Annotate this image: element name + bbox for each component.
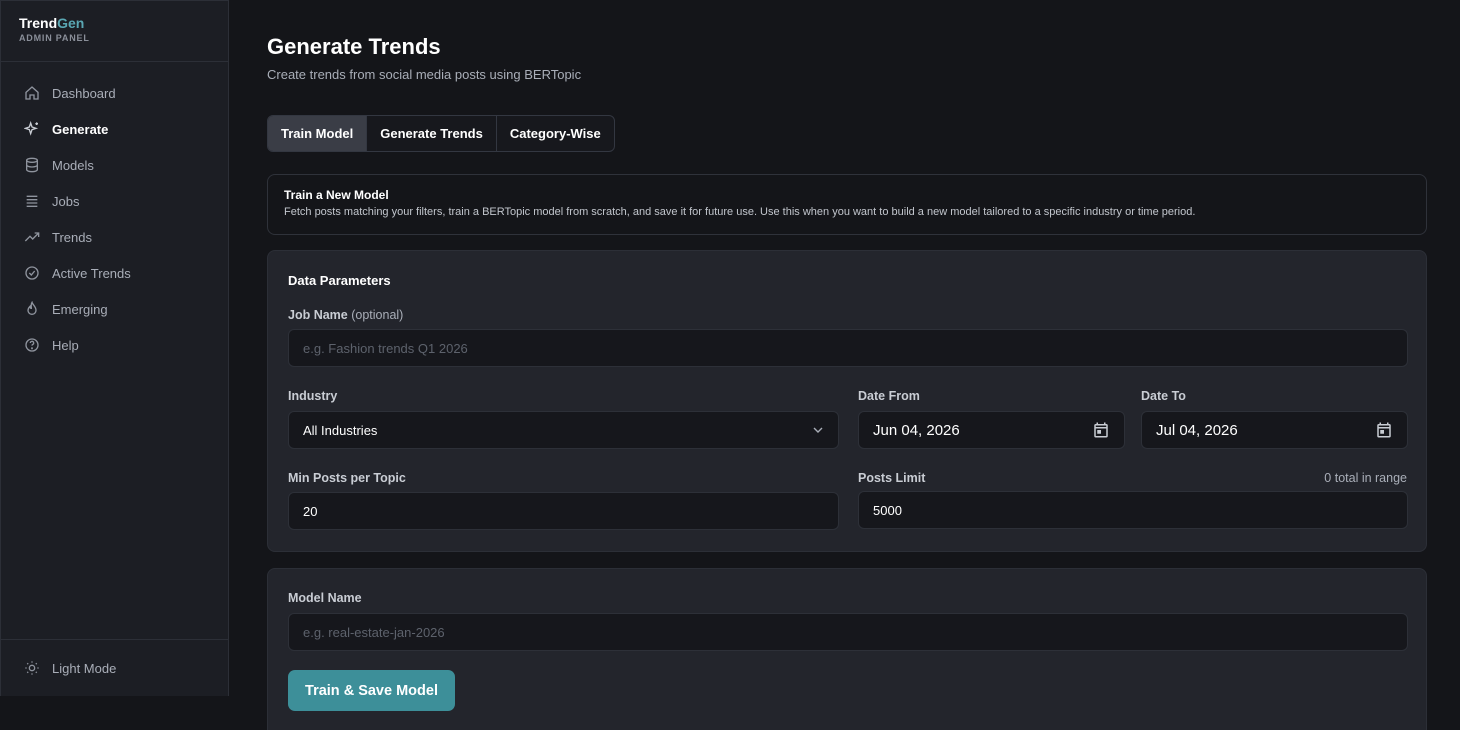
optional-hint: (optional) [351, 308, 404, 322]
model-name-input[interactable]: e.g. real-estate-jan-2026 [288, 613, 1408, 651]
sun-icon [24, 660, 40, 676]
sidebar-item-label: Generate [52, 121, 109, 137]
date-from-input[interactable]: Jun 04, 2026 [858, 411, 1125, 449]
job-name-placeholder: e.g. Fashion trends Q1 2026 [303, 340, 468, 356]
data-parameters-card: Data Parameters Job Name (optional) e.g.… [267, 250, 1427, 552]
date-from-label: Date From [858, 389, 920, 403]
posts-limit-label: Posts Limit [858, 471, 926, 485]
tab-train-model[interactable]: Train Model [268, 116, 368, 151]
sidebar-item-label: Help [52, 337, 79, 353]
light-mode-label: Light Mode [52, 660, 117, 676]
tab-generate-trends[interactable]: Generate Trends [367, 116, 497, 151]
brand-name-part: Trend [19, 15, 58, 31]
page-title: Generate Trends [267, 34, 441, 59]
sidebar-item-emerging[interactable]: Emerging [1, 291, 216, 327]
tab-bar: Train Model Generate Trends Category-Wis… [267, 115, 615, 152]
sidebar-item-label: Active Trends [52, 265, 131, 281]
min-posts-value: 20 [303, 503, 318, 519]
info-title: Train a New Model [284, 188, 389, 202]
sparkles-icon [24, 121, 40, 137]
date-from-value: Jun 04, 2026 [873, 421, 960, 439]
date-to-input[interactable]: Jul 04, 2026 [1141, 411, 1408, 449]
page-subtitle: Create trends from social media posts us… [267, 67, 582, 82]
job-name-label-text: Job Name [288, 308, 348, 322]
info-box: Train a New Model Fetch posts matching y… [267, 174, 1427, 235]
industry-value: All Industries [303, 422, 378, 438]
sidebar-item-help[interactable]: Help [1, 327, 216, 363]
sidebar-item-label: Emerging [52, 301, 108, 317]
brand-subtitle: ADMIN PANEL [19, 33, 90, 43]
tab-category-wise[interactable]: Category-Wise [497, 116, 614, 151]
brand-name-accent: Gen [57, 15, 85, 31]
sidebar-item-active-trends[interactable]: Active Trends [1, 255, 216, 291]
check-circle-icon [24, 265, 40, 281]
info-text: Fetch posts matching your filters, train… [284, 206, 1196, 218]
posts-limit-value: 5000 [873, 502, 902, 518]
job-name-input[interactable]: e.g. Fashion trends Q1 2026 [288, 329, 1408, 367]
sidebar-item-label: Jobs [52, 193, 80, 209]
home-icon [24, 85, 40, 101]
date-to-value: Jul 04, 2026 [1156, 421, 1238, 439]
calendar-icon[interactable] [1375, 421, 1393, 439]
posts-limit-input[interactable]: 5000 [858, 491, 1408, 529]
chevron-down-icon [813, 427, 823, 433]
trending-up-icon [24, 229, 40, 245]
list-icon [24, 193, 40, 209]
section-title: Data Parameters [288, 273, 391, 288]
model-name-label: Model Name [288, 591, 362, 605]
sidebar-item-label: Models [52, 157, 94, 173]
brand-name: TrendGen [19, 15, 210, 32]
sidebar-item-jobs[interactable]: Jobs [1, 183, 216, 219]
sidebar-item-label: Trends [52, 229, 92, 245]
sidebar-item-models[interactable]: Models [1, 147, 216, 183]
sidebar-item-label: Dashboard [52, 85, 116, 101]
industry-select[interactable]: All Industries [288, 411, 839, 449]
calendar-icon[interactable] [1092, 421, 1110, 439]
sidebar-item-trends[interactable]: Trends [1, 219, 216, 255]
posts-total-note: 0 total in range [1324, 471, 1407, 485]
sidebar-item-generate[interactable]: Generate [1, 111, 216, 147]
model-name-placeholder: e.g. real-estate-jan-2026 [303, 624, 445, 640]
sidebar-item-dashboard[interactable]: Dashboard [1, 75, 216, 111]
database-icon [24, 157, 40, 173]
industry-label: Industry [288, 389, 338, 403]
date-to-label: Date To [1141, 389, 1186, 403]
light-mode-toggle[interactable]: Light Mode [1, 639, 228, 696]
flame-icon [24, 301, 40, 317]
model-card: Model Name e.g. real-estate-jan-2026 Tra… [267, 568, 1427, 730]
sidebar: TrendGen ADMIN PANEL Dashboard Generate … [0, 0, 229, 696]
min-posts-label: Min Posts per Topic [288, 471, 406, 485]
job-name-label: Job Name (optional) [288, 308, 403, 322]
sidebar-nav: Dashboard Generate Models Jobs Trends Ac… [1, 62, 228, 363]
min-posts-input[interactable]: 20 [288, 492, 839, 530]
help-circle-icon [24, 337, 40, 353]
train-save-model-button[interactable]: Train & Save Model [288, 670, 455, 711]
brand: TrendGen ADMIN PANEL [1, 1, 228, 62]
